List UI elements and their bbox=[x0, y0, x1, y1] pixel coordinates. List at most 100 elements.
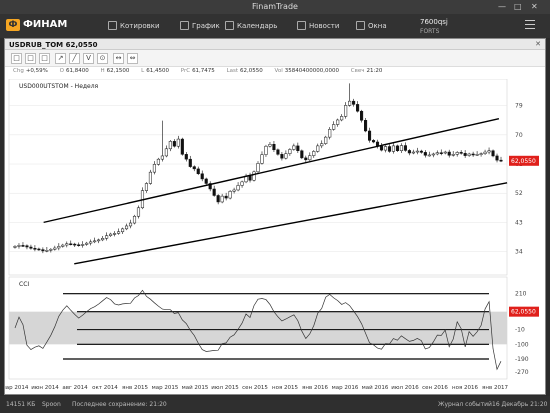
info-candle-time: Свеч 21:20 bbox=[350, 68, 383, 74]
candle-body bbox=[45, 250, 49, 252]
candle-body bbox=[383, 146, 388, 151]
price-tick-label: 34 bbox=[515, 249, 523, 256]
candle-body bbox=[164, 148, 168, 157]
candle-body bbox=[228, 191, 232, 199]
chart-tool-2[interactable]: □ bbox=[25, 53, 36, 64]
candle-body bbox=[97, 239, 101, 242]
candle-body bbox=[288, 149, 292, 154]
trend-tool[interactable]: ↗ bbox=[55, 53, 66, 64]
candle-body bbox=[101, 238, 105, 241]
candle-body bbox=[148, 171, 152, 184]
cci-tick-label: -190 bbox=[515, 356, 529, 363]
x-tick-label: авг 2014 bbox=[62, 385, 88, 391]
chart-tool-1[interactable]: □ bbox=[11, 53, 22, 64]
candle-body bbox=[300, 150, 304, 159]
info-volume: Vol 35840400000,0000 bbox=[274, 68, 340, 74]
candle-body bbox=[272, 144, 276, 151]
event-journal-link[interactable]: Журнал событий bbox=[438, 401, 492, 408]
candle-body bbox=[292, 145, 296, 150]
x-tick-label: сен 2016 bbox=[422, 385, 448, 391]
candle-body bbox=[364, 120, 368, 132]
menu-chart-label: График bbox=[192, 22, 220, 30]
candle-body bbox=[81, 244, 85, 246]
x-tick-label: ноя 2015 bbox=[272, 385, 299, 391]
menu-news-label: Новости bbox=[309, 22, 340, 30]
x-tick-label: мар 2014 bbox=[5, 385, 29, 391]
candle-body bbox=[276, 149, 280, 155]
menu-chart[interactable]: График bbox=[180, 21, 220, 30]
candle-body bbox=[29, 246, 33, 249]
candle-body bbox=[411, 151, 415, 154]
price-tick-label: 43 bbox=[515, 219, 523, 226]
candle-body bbox=[479, 153, 483, 155]
info-high: H 62,1500 bbox=[100, 68, 130, 74]
candle-body bbox=[336, 119, 340, 125]
candle-body bbox=[17, 245, 21, 247]
x-tick-label: мар 2015 bbox=[152, 385, 179, 391]
candle-body bbox=[93, 240, 97, 243]
candle-body bbox=[252, 171, 256, 181]
menu-windows[interactable]: Окна bbox=[356, 21, 387, 30]
candle-body bbox=[280, 154, 284, 159]
candle-body bbox=[459, 152, 463, 154]
candle-body bbox=[240, 181, 244, 186]
candle-body bbox=[312, 151, 316, 156]
x-tick-label: янв 2016 bbox=[302, 385, 328, 391]
candle-body bbox=[475, 154, 479, 156]
v-tool[interactable]: V bbox=[83, 53, 94, 64]
chart-tool-3[interactable]: □ bbox=[39, 53, 50, 64]
candle-body bbox=[232, 189, 236, 192]
candle-body bbox=[268, 144, 272, 147]
x-tick-label: май 2015 bbox=[182, 384, 209, 391]
quote-info-row: Chg +0,59% O 61,8400 H 62,1500 L 61,4500 PrC… bbox=[5, 68, 545, 78]
candle-body bbox=[348, 100, 352, 106]
maximize-button[interactable]: □ bbox=[514, 2, 522, 11]
x-axis: мар 2014июн 2014авг 2014 окт 2014 янв 2015… bbox=[5, 384, 508, 391]
candle-body bbox=[180, 138, 184, 155]
cci-band bbox=[9, 311, 507, 345]
close-button[interactable]: ✕ bbox=[531, 2, 538, 11]
last-price-label: 62,0550 bbox=[511, 158, 536, 165]
candle-body bbox=[117, 231, 121, 234]
chart-window: USDRUB_TOM 62,0550 ✕ □ □ □ ↗ ╱ V ⊙ ↔ ⇔ C… bbox=[4, 38, 546, 395]
candle-body bbox=[491, 150, 495, 157]
candle-body bbox=[260, 154, 264, 164]
x-tick-label: мар 2016 bbox=[332, 385, 359, 391]
info-low: L 61,4500 bbox=[141, 68, 169, 74]
candle-body bbox=[499, 159, 503, 162]
candle-body bbox=[399, 145, 403, 151]
candle-body bbox=[156, 158, 160, 165]
candle-body bbox=[451, 154, 455, 156]
candle-body bbox=[192, 166, 196, 170]
zoom-tool[interactable]: ⇔ bbox=[127, 53, 138, 64]
cci-value-label: 62,0550 bbox=[511, 309, 536, 316]
candle-body bbox=[407, 150, 411, 154]
chart-close-icon[interactable]: ✕ bbox=[535, 40, 541, 48]
candle-body bbox=[224, 195, 228, 199]
candle-body bbox=[340, 116, 344, 121]
line-tool[interactable]: ╱ bbox=[69, 53, 80, 64]
candle-body bbox=[308, 155, 312, 161]
minimize-button[interactable]: — bbox=[498, 2, 506, 11]
menu-quotes[interactable]: Котировки bbox=[108, 21, 160, 30]
account-selector[interactable]: 7600qsj FORTS bbox=[420, 18, 448, 36]
candle-body bbox=[435, 152, 439, 155]
info-last: Last 62,0550 bbox=[226, 68, 263, 74]
menu-news[interactable]: Новости bbox=[297, 21, 339, 30]
menu-calendar[interactable]: Календарь bbox=[225, 21, 277, 30]
candle-body bbox=[332, 124, 336, 130]
circle-tool[interactable]: ⊙ bbox=[97, 53, 108, 64]
menu-icon[interactable] bbox=[525, 20, 535, 30]
hscroll-tool[interactable]: ↔ bbox=[113, 53, 124, 64]
candle-body bbox=[41, 249, 45, 252]
price-chart[interactable]: 344352617079210100-10-100-190-270 мар 20… bbox=[5, 79, 545, 395]
candle-body bbox=[57, 246, 61, 249]
candle-body bbox=[132, 215, 137, 224]
candle-body bbox=[212, 188, 216, 196]
x-tick-label: окт 2014 bbox=[92, 385, 118, 391]
menu-quotes-label: Котировки bbox=[120, 22, 160, 30]
finam-logo: Ф ФИНАМ bbox=[6, 19, 67, 31]
quotes-icon bbox=[108, 21, 117, 30]
x-tick-label: июл 2016 bbox=[391, 385, 419, 391]
candle-body bbox=[264, 145, 268, 155]
